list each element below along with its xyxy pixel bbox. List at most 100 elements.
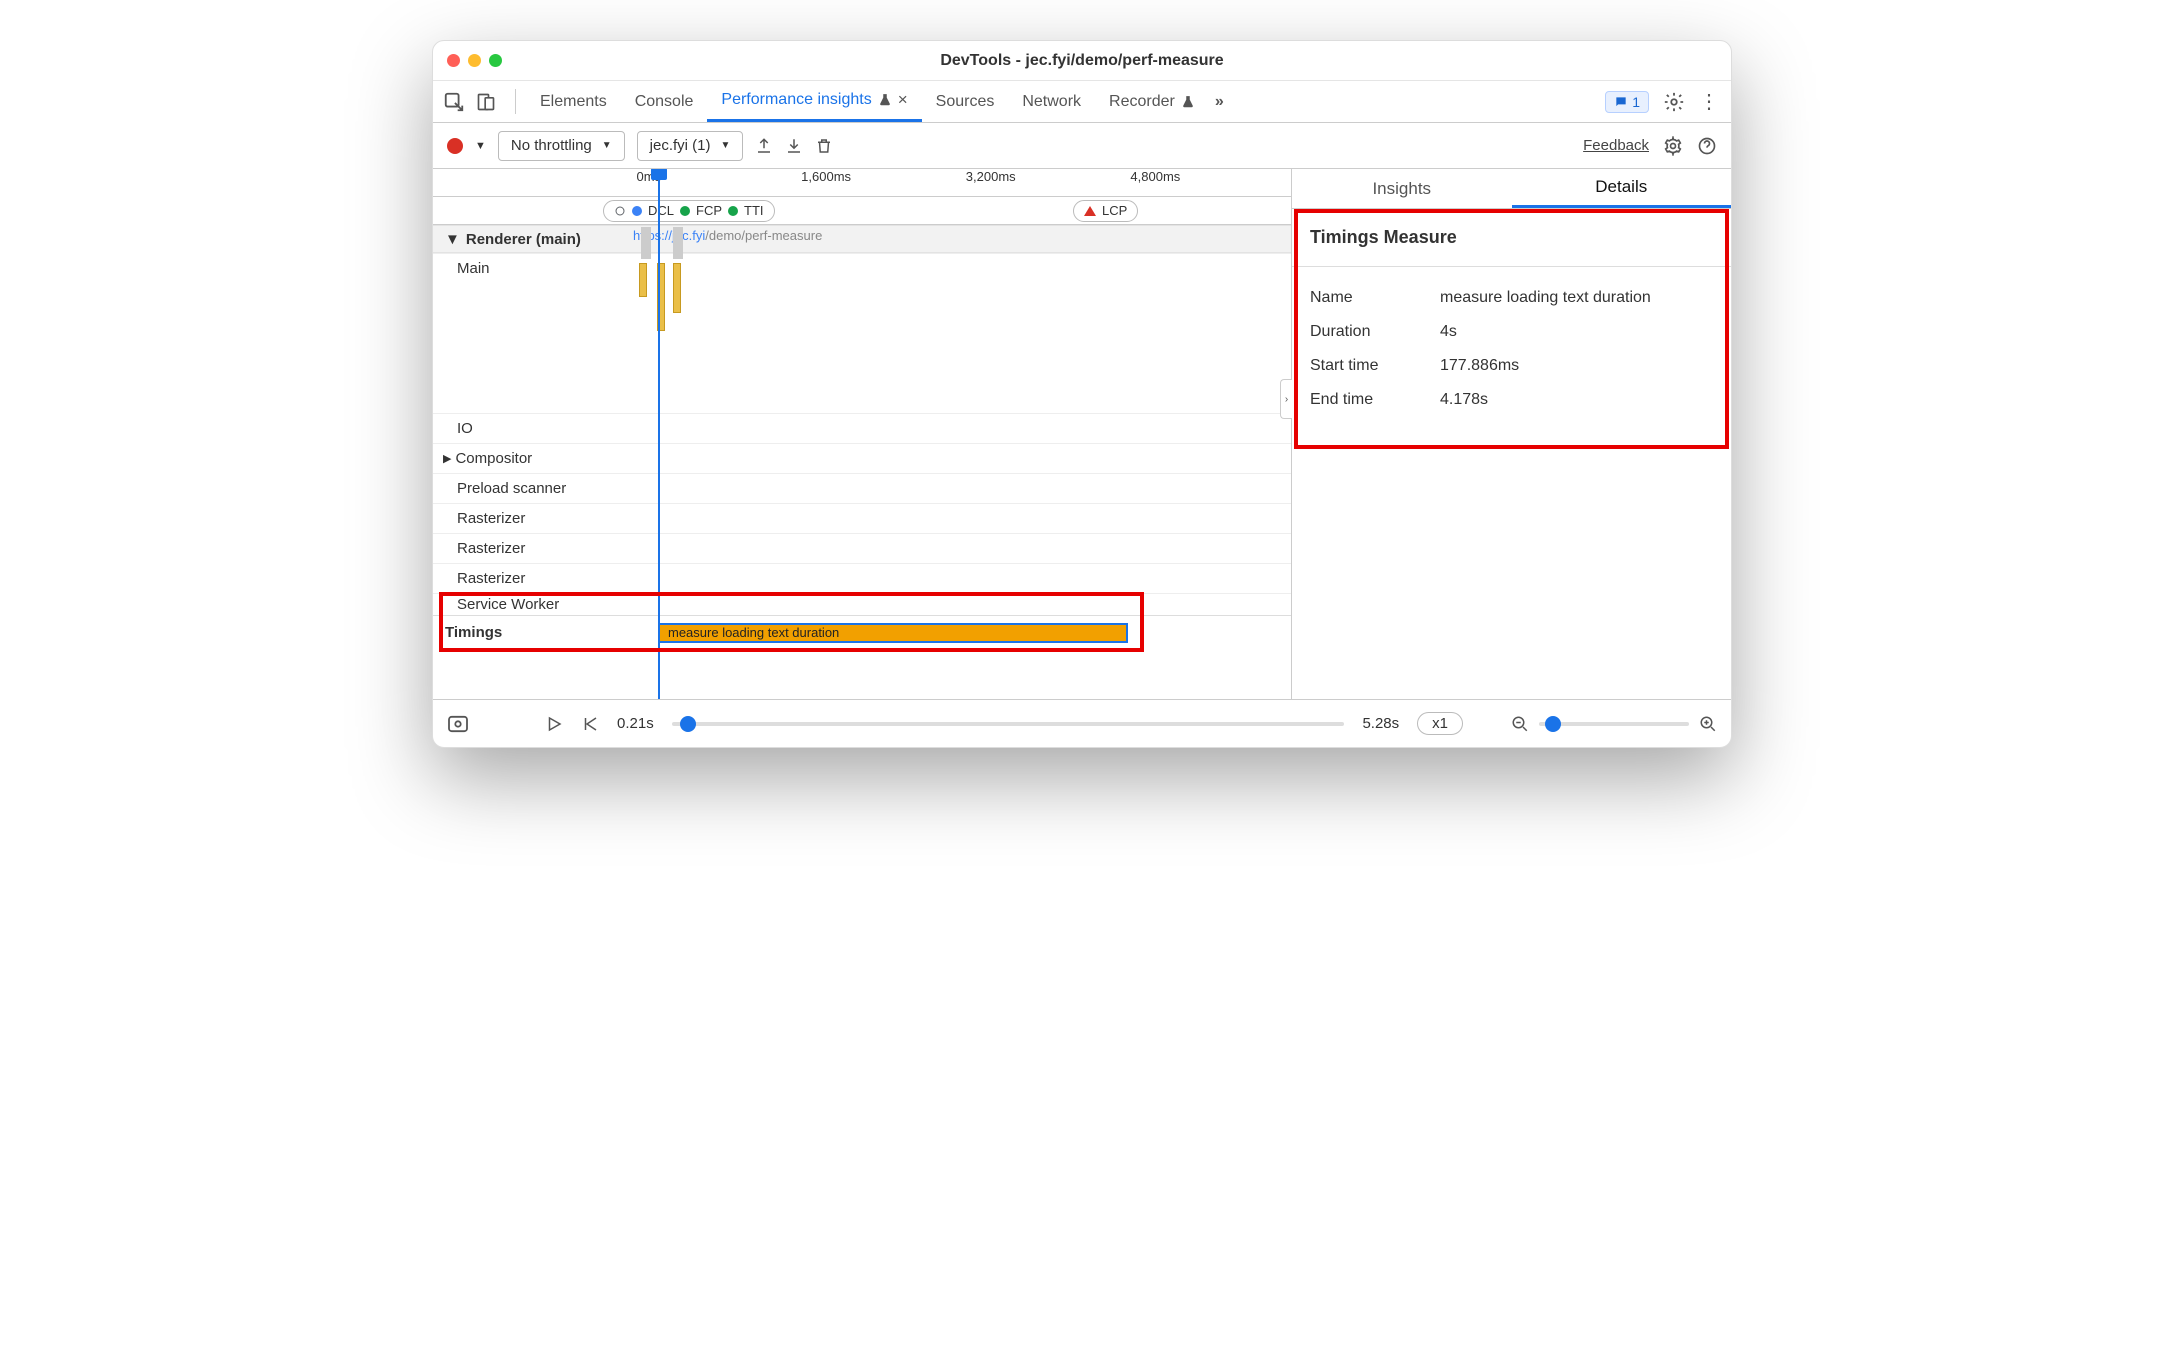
detail-value: 4.178s bbox=[1440, 391, 1488, 409]
zoom-out-icon[interactable] bbox=[1511, 715, 1529, 733]
track-rasterizer[interactable]: Rasterizer bbox=[433, 563, 1291, 593]
sidebar-collapse-button[interactable]: › bbox=[1280, 379, 1292, 419]
track-label: Compositor bbox=[455, 450, 532, 467]
preview-toggle-icon[interactable] bbox=[447, 715, 469, 733]
flame-block[interactable] bbox=[673, 263, 681, 313]
sidebar-tab-details[interactable]: Details bbox=[1512, 169, 1732, 208]
tab-performance-insights[interactable]: Performance insights × bbox=[707, 81, 921, 122]
scrubber-thumb[interactable] bbox=[680, 716, 696, 732]
sidebar-tab-insights[interactable]: Insights bbox=[1292, 169, 1512, 208]
detail-key: End time bbox=[1310, 391, 1440, 409]
time-start: 0.21s bbox=[617, 715, 654, 732]
detail-value: measure loading text duration bbox=[1440, 289, 1651, 307]
flask-icon bbox=[878, 93, 892, 107]
record-button[interactable] bbox=[447, 138, 463, 154]
tab-label: Recorder bbox=[1109, 93, 1175, 111]
marker-pill[interactable]: DCL FCP TTI bbox=[603, 200, 775, 222]
detail-row-end: End time 4.178s bbox=[1310, 383, 1713, 417]
track-main[interactable]: Main bbox=[433, 253, 1291, 413]
track-rasterizer[interactable]: Rasterizer bbox=[433, 503, 1291, 533]
track-rasterizer[interactable]: Rasterizer bbox=[433, 533, 1291, 563]
detail-row-start: Start time 177.886ms bbox=[1310, 349, 1713, 383]
issues-count: 1 bbox=[1632, 94, 1640, 110]
inspect-element-icon[interactable] bbox=[441, 89, 467, 115]
marker-label: FCP bbox=[696, 203, 722, 218]
timeline-scrubber[interactable] bbox=[672, 722, 1345, 726]
zoom-controls bbox=[1511, 715, 1717, 733]
detail-key: Duration bbox=[1310, 323, 1440, 341]
settings-icon[interactable] bbox=[1663, 91, 1685, 113]
tab-recorder[interactable]: Recorder bbox=[1095, 81, 1209, 122]
track-preload-scanner[interactable]: Preload scanner bbox=[433, 473, 1291, 503]
track-renderer-header[interactable]: ▼ Renderer (main) bbox=[433, 225, 1291, 253]
close-tab-icon[interactable]: × bbox=[898, 90, 908, 110]
markers-row: DCL FCP TTI LCP bbox=[433, 197, 1291, 225]
import-icon[interactable] bbox=[785, 137, 803, 155]
minimize-window-button[interactable] bbox=[468, 54, 481, 67]
detail-value: 4s bbox=[1440, 323, 1457, 341]
zoom-slider[interactable] bbox=[1539, 722, 1689, 726]
dot-icon bbox=[632, 206, 642, 216]
dot-icon bbox=[728, 206, 738, 216]
tab-label: Performance insights bbox=[721, 91, 871, 109]
detail-key: Name bbox=[1310, 289, 1440, 307]
playback-speed[interactable]: x1 bbox=[1417, 712, 1463, 735]
track-service-worker[interactable]: Service Worker bbox=[433, 593, 1291, 615]
more-tabs-button[interactable]: » bbox=[1215, 93, 1224, 111]
marker-pill[interactable]: LCP bbox=[1073, 200, 1138, 222]
track-label: Main bbox=[457, 260, 490, 277]
seek-start-button[interactable] bbox=[581, 715, 599, 733]
tab-network[interactable]: Network bbox=[1008, 81, 1095, 122]
close-window-button[interactable] bbox=[447, 54, 460, 67]
issues-badge[interactable]: 1 bbox=[1605, 91, 1649, 113]
timings-measure-bar[interactable]: measure loading text duration bbox=[658, 623, 1128, 643]
zoom-in-icon[interactable] bbox=[1699, 715, 1717, 733]
detail-row-duration: Duration 4s bbox=[1310, 315, 1713, 349]
track-io[interactable]: IO bbox=[433, 413, 1291, 443]
detail-value: 177.886ms bbox=[1440, 357, 1519, 375]
details-panel: Timings Measure Name measure loading tex… bbox=[1292, 209, 1731, 435]
kebab-menu-icon[interactable]: ⋮ bbox=[1699, 89, 1719, 114]
delete-icon[interactable] bbox=[815, 137, 833, 155]
track-compositor[interactable]: ▶Compositor bbox=[433, 443, 1291, 473]
flame-block[interactable] bbox=[641, 227, 651, 259]
ruler-tick: 4,800ms bbox=[1126, 169, 1291, 196]
chevron-down-icon: ▼ bbox=[721, 140, 731, 151]
detail-row-name: Name measure loading text duration bbox=[1310, 281, 1713, 315]
tab-console[interactable]: Console bbox=[621, 81, 708, 122]
dot-icon bbox=[680, 206, 690, 216]
track-label: Renderer (main) bbox=[466, 231, 581, 248]
recording-select[interactable]: jec.fyi (1) ▼ bbox=[637, 131, 744, 161]
help-icon[interactable] bbox=[1697, 136, 1717, 156]
footer-toolbar: 0.21s 5.28s x1 bbox=[433, 699, 1731, 747]
feedback-link[interactable]: Feedback bbox=[1583, 137, 1649, 154]
flask-icon bbox=[1181, 95, 1195, 109]
record-dropdown-icon[interactable]: ▼ bbox=[475, 140, 486, 152]
titlebar: DevTools - jec.fyi/demo/perf-measure bbox=[433, 41, 1731, 81]
export-icon[interactable] bbox=[755, 137, 773, 155]
track-label-timings: Timings bbox=[433, 624, 633, 641]
track-timings[interactable]: Timings measure loading text duration bbox=[433, 615, 1291, 649]
throttling-select[interactable]: No throttling ▼ bbox=[498, 131, 625, 161]
ruler-tick: 1,600ms bbox=[797, 169, 962, 196]
tab-sources[interactable]: Sources bbox=[922, 81, 1009, 122]
device-toolbar-icon[interactable] bbox=[473, 89, 499, 115]
zoom-thumb[interactable] bbox=[1545, 716, 1561, 732]
zoom-window-button[interactable] bbox=[489, 54, 502, 67]
flame-block[interactable] bbox=[673, 227, 683, 259]
window-title: DevTools - jec.fyi/demo/perf-measure bbox=[940, 52, 1223, 70]
panel-settings-icon[interactable] bbox=[1663, 136, 1683, 156]
flame-block[interactable] bbox=[639, 263, 647, 297]
tracks: https://jec.fyi /demo/perf-measure ▼ Ren… bbox=[433, 225, 1291, 679]
timeline-pane[interactable]: 0ms 1,600ms 3,200ms 4,800ms DCL FCP TTI bbox=[433, 169, 1291, 699]
tab-elements[interactable]: Elements bbox=[526, 81, 621, 122]
marker-label: DCL bbox=[648, 203, 674, 218]
play-button[interactable] bbox=[545, 715, 563, 733]
throttling-value: No throttling bbox=[511, 137, 592, 154]
time-ruler[interactable]: 0ms 1,600ms 3,200ms 4,800ms bbox=[433, 169, 1291, 197]
ruler-tick: 3,200ms bbox=[962, 169, 1127, 196]
details-title: Timings Measure bbox=[1310, 227, 1713, 248]
chat-icon bbox=[1614, 95, 1628, 109]
separator bbox=[515, 89, 516, 114]
playhead[interactable] bbox=[658, 169, 660, 699]
